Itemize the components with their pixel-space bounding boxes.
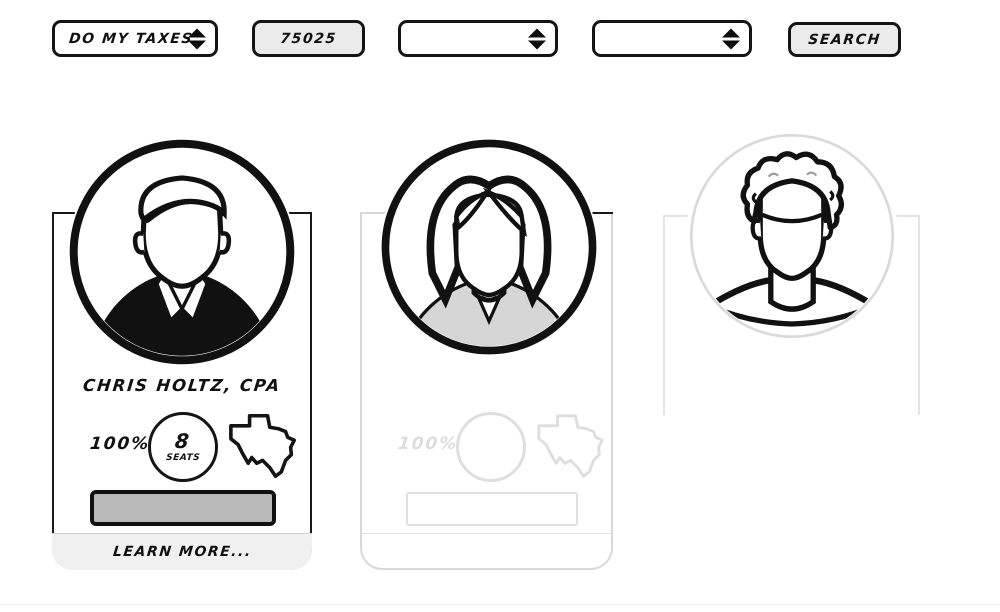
primary-action-bar[interactable] xyxy=(90,490,276,526)
chevron-updown-icon[interactable] xyxy=(188,28,206,49)
female-avatar-icon xyxy=(380,138,598,356)
seats-count: 8 xyxy=(173,429,193,453)
page-bottom-rule xyxy=(0,604,1000,605)
wireframe-canvas: DO MY TAXES 75025 SEARCH CHRIS HOLTZ, CP… xyxy=(0,0,1000,612)
filter-select-2[interactable] xyxy=(398,20,558,57)
filter-select-3[interactable] xyxy=(592,20,752,57)
chevron-updown-icon[interactable] xyxy=(528,28,546,49)
search-button-label: SEARCH xyxy=(807,31,882,48)
texas-outline-icon xyxy=(227,410,301,482)
match-percent: 100% xyxy=(396,434,460,454)
zip-input-value: 75025 xyxy=(279,30,338,47)
match-percent: 100% xyxy=(88,434,152,454)
male-avatar-icon xyxy=(68,138,296,366)
card-footer[interactable]: LEARN MORE... xyxy=(52,533,312,570)
seats-badge xyxy=(456,412,526,482)
search-button[interactable]: SEARCH xyxy=(788,22,901,57)
primary-action-bar[interactable] xyxy=(406,492,578,526)
chevron-updown-icon[interactable] xyxy=(722,28,740,49)
seats-badge: 8 SEATS xyxy=(148,412,218,482)
zip-input[interactable]: 75025 xyxy=(252,20,365,57)
learn-more-link[interactable]: LEARN MORE... xyxy=(112,544,253,560)
seats-unit: SEATS xyxy=(165,453,201,463)
professional-name: CHRIS HOLTZ, CPA xyxy=(82,376,282,395)
service-select[interactable]: DO MY TAXES xyxy=(52,20,218,57)
texas-outline-icon xyxy=(535,410,609,482)
curly-hair-avatar-icon xyxy=(686,130,898,342)
card-footer[interactable] xyxy=(360,533,613,570)
service-select-value: DO MY TAXES xyxy=(68,30,194,47)
